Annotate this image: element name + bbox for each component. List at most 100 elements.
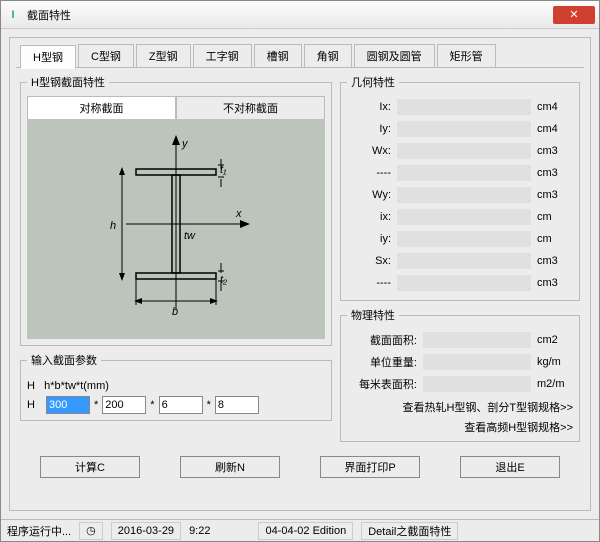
sep2: * (150, 399, 154, 411)
subtabs: 对称截面 不对称截面 (27, 96, 325, 120)
input-b[interactable] (102, 396, 146, 414)
geo-unit: cm3 (537, 145, 573, 157)
link-hot-rolled[interactable]: 查看热轧H型钢、剖分T型钢规格>> (347, 395, 573, 415)
sep3: * (207, 399, 211, 411)
geo-lbl: ix: (347, 211, 391, 223)
geo-lbl: Sx: (347, 255, 391, 267)
input-h[interactable] (46, 396, 90, 414)
phys-val (423, 332, 531, 348)
main-window: I 截面特性 ✕ H型钢 C型钢 Z型钢 工字钢 槽钢 角钢 圆钢及圆管 矩形管… (0, 0, 600, 542)
clock-icon: ◷ (79, 522, 103, 540)
geo-val (397, 231, 531, 247)
param-formula-row: H h*b*tw*t(mm) (27, 380, 325, 392)
statusbar: 程序运行中... ◷ 2016-03-29 9:22 04-04-02 Edit… (1, 519, 599, 541)
phys-unit: kg/m (537, 356, 573, 368)
geo-unit: cm3 (537, 255, 573, 267)
geo-row: Wx: cm3 (347, 140, 573, 162)
tab-round[interactable]: 圆钢及圆管 (354, 44, 435, 68)
geo-row: Sx: cm3 (347, 250, 573, 272)
status-detail: Detail之截面特性 (361, 522, 458, 540)
geo-row: Iy:cm4 (347, 118, 573, 140)
geo-val (397, 253, 531, 269)
input-t[interactable] (215, 396, 259, 414)
label-y: y (181, 138, 189, 150)
status-running: 程序运行中... (7, 523, 71, 539)
physical-fieldset: 物理特性 截面面积: cm2 单位重量: kg/m 每米表面积: m2/m 查看热轧H型钢… (340, 307, 580, 442)
close-button[interactable]: ✕ (553, 6, 595, 24)
tab-c[interactable]: C型钢 (78, 44, 134, 68)
tab-h[interactable]: H型钢 (20, 45, 76, 69)
status-date: 2016-03-29 (111, 522, 181, 540)
phys-lbl: 截面面积: (347, 332, 417, 348)
content-area: H型钢截面特性 对称截面 不对称截面 y x (16, 68, 584, 448)
phys-row: 单位重量: kg/m (347, 351, 573, 373)
window-title: 截面特性 (27, 7, 553, 23)
geometric-fieldset: 几何特性 Ix:cm4Iy:cm4Wx:cm3----cm3Wy:cm3ix:c… (340, 74, 580, 301)
phys-unit: m2/m (537, 378, 573, 390)
phys-unit: cm2 (537, 334, 573, 346)
section-fieldset: H型钢截面特性 对称截面 不对称截面 y x (20, 74, 332, 346)
calc-button[interactable]: 计算C (40, 456, 140, 478)
label-b: b (172, 306, 178, 318)
geo-row: Ix: cm4 (347, 96, 573, 118)
h-beam-svg: y x h (86, 129, 266, 329)
params-fieldset: 输入截面参数 H h*b*tw*t(mm) H * * * (20, 352, 332, 421)
subtab-symmetric[interactable]: 对称截面 (27, 96, 176, 120)
main-tabs: H型钢 C型钢 Z型钢 工字钢 槽钢 角钢 圆钢及圆管 矩形管 (16, 44, 584, 68)
refresh-button[interactable]: 刷新N (180, 456, 280, 478)
outer-panel: H型钢 C型钢 Z型钢 工字钢 槽钢 角钢 圆钢及圆管 矩形管 H型钢截面特性 … (9, 37, 591, 511)
geo-val (397, 121, 531, 137)
geo-row: ix: cm (347, 206, 573, 228)
input-tw[interactable] (159, 396, 203, 414)
geo-unit: cm3 (537, 167, 573, 179)
formula-text: h*b*tw*t(mm) (44, 380, 109, 392)
status-time: 9:22 (189, 525, 210, 537)
phys-val (423, 376, 531, 392)
tab-channel[interactable]: 槽钢 (254, 44, 302, 68)
close-icon: ✕ (569, 8, 578, 21)
phys-lbl: 每米表面积: (347, 376, 417, 392)
params-legend: 输入截面参数 (27, 352, 101, 368)
status-edition: 04-04-02 Edition (258, 522, 353, 540)
label-tw: tw (184, 230, 196, 242)
geo-lbl: Wx: (347, 145, 391, 157)
phys-val (423, 354, 531, 370)
subtab-asymmetric[interactable]: 不对称截面 (176, 96, 325, 120)
geo-val (397, 275, 531, 291)
geo-unit: cm3 (537, 189, 573, 201)
geo-val (397, 165, 531, 181)
section-diagram: y x h (27, 119, 325, 339)
geo-val (397, 209, 531, 225)
geo-val (397, 143, 531, 159)
tab-angle[interactable]: 角钢 (304, 44, 352, 68)
phys-lbl: 单位重量: (347, 354, 417, 370)
geo-unit: cm3 (537, 277, 573, 289)
label-x: x (235, 208, 242, 220)
geo-row: ----cm3 (347, 272, 573, 294)
phys-row: 每米表面积: m2/m (347, 373, 573, 395)
physical-legend: 物理特性 (347, 307, 399, 323)
geo-row: iy: cm (347, 228, 573, 250)
param-input-row: H * * * (27, 396, 325, 414)
button-bar: 计算C 刷新N 界面打印P 退出E (16, 448, 584, 486)
geo-unit: cm4 (537, 101, 573, 113)
geo-val (397, 99, 531, 115)
geo-lbl: Wy: (347, 189, 391, 201)
link-high-freq[interactable]: 查看高频H型钢规格>> (347, 415, 573, 435)
geo-unit: cm (537, 233, 573, 245)
geo-unit: cm (537, 211, 573, 223)
left-column: H型钢截面特性 对称截面 不对称截面 y x (20, 74, 332, 442)
geo-lbl: Ix: (347, 101, 391, 113)
print-button[interactable]: 界面打印P (320, 456, 420, 478)
tab-z[interactable]: Z型钢 (136, 44, 191, 68)
geo-lbl: iy: (347, 233, 391, 245)
geo-lbl: ---- (347, 167, 391, 179)
formula-prefix: H (27, 380, 35, 392)
tab-rect[interactable]: 矩形管 (437, 44, 496, 68)
geo-lbl: Iy: (347, 123, 391, 135)
section-legend: H型钢截面特性 (27, 74, 109, 90)
geometric-legend: 几何特性 (347, 74, 399, 90)
tab-i[interactable]: 工字钢 (193, 44, 252, 68)
exit-button[interactable]: 退出E (460, 456, 560, 478)
sep1: * (94, 399, 98, 411)
